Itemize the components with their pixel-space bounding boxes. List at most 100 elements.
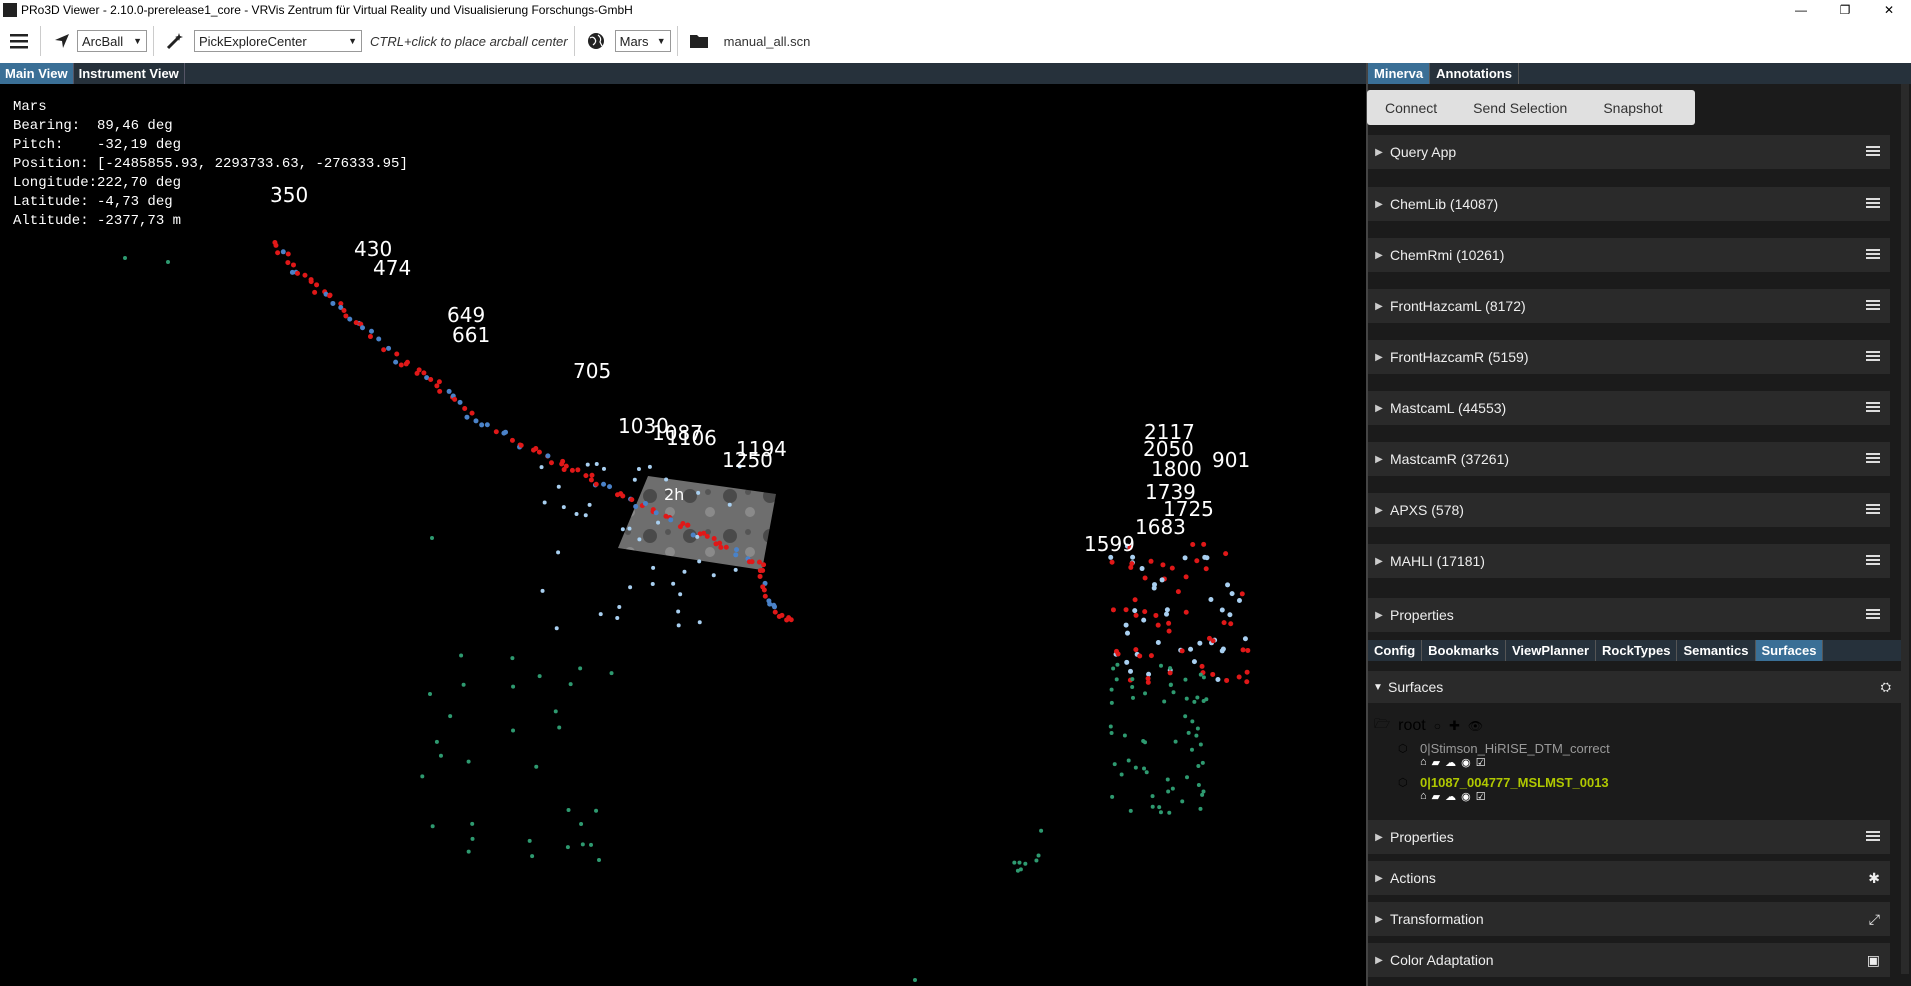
observation-point <box>1245 647 1251 653</box>
observation-point <box>394 351 400 357</box>
menu-icon[interactable] <box>1866 247 1880 261</box>
sol-label: 705 <box>573 359 611 383</box>
maximize-button[interactable]: ❐ <box>1823 0 1867 19</box>
folder-open-icon[interactable]: 🗁 <box>1374 715 1390 737</box>
tab-instrument-view[interactable]: Instrument View <box>74 63 185 84</box>
cloud-download-icon[interactable]: ☁ <box>1445 790 1456 803</box>
panel-scrollbar[interactable] <box>1901 84 1909 974</box>
menu-icon[interactable] <box>1866 553 1880 567</box>
surface-name[interactable]: 0|1087_004777_MSLMST_0013 <box>1420 775 1609 790</box>
checkbox-icon[interactable]: ☑ <box>1476 756 1486 769</box>
observation-point <box>343 313 349 319</box>
observation-point <box>308 279 314 285</box>
pick-mode-select[interactable]: PickExploreCenter ▼ <box>194 30 362 52</box>
send-selection-button[interactable]: Send Selection <box>1455 100 1585 116</box>
observation-point <box>466 759 471 764</box>
menu-icon[interactable] <box>1866 502 1880 516</box>
tab-bookmarks[interactable]: Bookmarks <box>1422 640 1506 661</box>
minimize-button[interactable]: — <box>1779 0 1823 19</box>
observation-point <box>788 617 794 623</box>
surface-name[interactable]: 0|Stimson_HiRISE_DTM_correct <box>1420 741 1610 756</box>
menu-icon[interactable] <box>1866 144 1880 158</box>
tab-annotations[interactable]: Annotations <box>1430 63 1519 84</box>
cloud-download-icon[interactable]: ☁ <box>1445 756 1456 769</box>
folder-icon[interactable]: ▰ <box>1432 790 1440 803</box>
home-icon[interactable]: ⌂ <box>1420 790 1427 803</box>
toolbar: ArcBall ▼ PickExploreCenter ▼ CTRL+click t… <box>0 19 1911 63</box>
cubes-icon[interactable]: ⛭ <box>1881 679 1891 695</box>
section-query-app[interactable]: ▶ Query App <box>1368 135 1890 169</box>
section-fronthazcamr[interactable]: ▶ FrontHazcamR (5159) <box>1368 340 1890 374</box>
observation-points <box>123 239 1251 982</box>
plus-icon[interactable]: ✚ <box>1449 718 1460 734</box>
tab-minerva[interactable]: Minerva <box>1368 63 1431 84</box>
home-icon[interactable]: ⌂ <box>1420 756 1427 769</box>
section-mastcamr[interactable]: ▶ MastcamR (37261) <box>1368 442 1890 476</box>
tab-rocktypes[interactable]: RockTypes <box>1596 640 1678 661</box>
menu-icon[interactable] <box>1866 829 1880 843</box>
observation-point <box>312 289 318 295</box>
surface-item[interactable]: ⬡ 0|Stimson_HiRISE_DTM_correct ⌂ ▰ ☁ ◉ ☑ <box>1398 741 1610 769</box>
eye-icon[interactable]: ◉ <box>1461 756 1471 769</box>
tab-main-view[interactable]: Main View <box>0 63 74 84</box>
connect-button[interactable]: Connect <box>1367 100 1455 116</box>
camera-mode-select[interactable]: ArcBall ▼ <box>77 30 147 52</box>
asterisk-icon[interactable]: ✱ <box>1868 870 1880 887</box>
observation-point <box>757 568 763 574</box>
panel-bottom-tabs: Config Bookmarks ViewPlanner RockTypes S… <box>1368 640 1901 661</box>
eye-icon[interactable]: ◉ <box>1461 790 1471 803</box>
observation-point <box>1114 677 1119 682</box>
section-apxs[interactable]: ▶ APXS (578) <box>1368 493 1890 527</box>
expand-icon[interactable]: ⤢ <box>1869 911 1880 928</box>
tab-semantics[interactable]: Semantics <box>1677 640 1756 661</box>
surface-item[interactable]: ⬡ 0|1087_004777_MSLMST_0013 ⌂ ▰ ☁ ◉ ☑ <box>1398 775 1609 803</box>
observation-point <box>629 497 635 503</box>
observation-point <box>711 536 717 542</box>
menu-icon[interactable] <box>1866 607 1880 621</box>
observation-point <box>554 626 559 631</box>
tab-config[interactable]: Config <box>1368 640 1423 661</box>
menu-icon[interactable] <box>1866 298 1880 312</box>
observation-point <box>1190 719 1195 724</box>
section-properties[interactable]: ▶ Properties <box>1368 598 1890 632</box>
main-3d-viewport[interactable]: 350 430 474 649 661 705 1030 1087 1106 1… <box>0 84 1366 986</box>
section-fronthazcaml[interactable]: ▶ FrontHazcamL (8172) <box>1368 289 1890 323</box>
observation-point <box>1191 659 1197 665</box>
section-mahli[interactable]: ▶ MAHLI (17181) <box>1368 544 1890 578</box>
section-actions[interactable]: ▶ Actions ✱ <box>1368 861 1890 895</box>
observation-point <box>1139 566 1145 572</box>
sol-label: 1250 <box>722 448 773 472</box>
menu-icon[interactable] <box>1866 400 1880 414</box>
image-icon[interactable]: ▣ <box>1867 952 1880 969</box>
section-mastcaml[interactable]: ▶ MastcamL (44553) <box>1368 391 1890 425</box>
close-button[interactable]: ✕ <box>1867 0 1911 19</box>
circle-icon[interactable]: ○ <box>1434 719 1441 733</box>
observation-point <box>1183 677 1188 682</box>
observation-point <box>330 300 336 306</box>
observation-point <box>1201 541 1207 547</box>
folder-icon[interactable] <box>688 30 710 52</box>
observation-point <box>695 534 700 539</box>
menu-icon[interactable] <box>1866 451 1880 465</box>
observation-point <box>697 559 702 564</box>
snapshot-button[interactable]: Snapshot <box>1585 100 1680 116</box>
menu-icon[interactable] <box>1866 349 1880 363</box>
section-chemrmi[interactable]: ▶ ChemRmi (10261) <box>1368 238 1890 272</box>
section-transformation[interactable]: ▶ Transformation ⤢ <box>1368 902 1890 936</box>
hud-pitch: Pitch: -32,19 deg <box>13 137 182 153</box>
checkbox-icon[interactable]: ☑ <box>1476 790 1486 803</box>
surfaces-section-header[interactable]: ▼ Surfaces ⛭ <box>1368 671 1901 703</box>
section-chemlib[interactable]: ▶ ChemLib (14087) <box>1368 187 1890 221</box>
observation-point <box>682 569 687 574</box>
section-label: Query App <box>1390 144 1457 160</box>
tab-surfaces[interactable]: Surfaces <box>1755 640 1824 661</box>
observation-point <box>416 367 422 373</box>
eye-icon[interactable]: 👁 <box>1468 719 1483 733</box>
folder-icon[interactable]: ▰ <box>1432 756 1440 769</box>
tab-viewplanner[interactable]: ViewPlanner <box>1506 640 1597 661</box>
section-color-adaptation[interactable]: ▶ Color Adaptation ▣ <box>1368 943 1890 977</box>
hamburger-menu-icon[interactable] <box>8 30 30 52</box>
section-surface-properties[interactable]: ▶ Properties <box>1368 820 1890 854</box>
menu-icon[interactable] <box>1866 196 1880 210</box>
planet-select[interactable]: Mars ▼ <box>614 30 671 52</box>
